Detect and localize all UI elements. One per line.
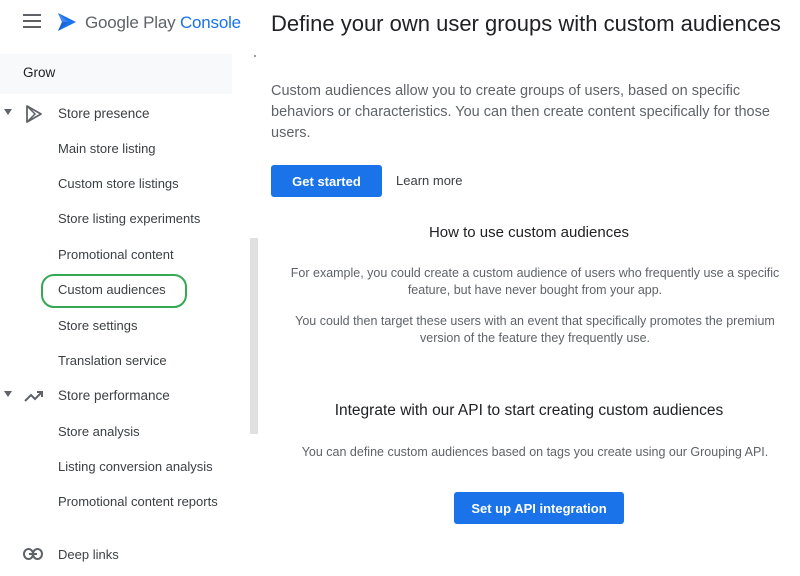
sidebar-item-store-listing-experiments[interactable]: Store listing experiments	[58, 210, 200, 228]
sidebar-item-main-store-listing[interactable]: Main store listing	[58, 140, 156, 158]
link-icon	[23, 548, 43, 560]
logo-text-accent: Console	[179, 13, 241, 32]
hamburger-menu-icon[interactable]	[23, 14, 41, 28]
sidebar-item-listing-conversion-analysis[interactable]: Listing conversion analysis	[58, 458, 213, 476]
trending-up-icon	[24, 391, 43, 402]
sidebar-item-promotional-content[interactable]: Promotional content	[58, 246, 174, 264]
sidebar-scrollbar[interactable]	[250, 238, 258, 434]
nav-section-store-presence[interactable]: Store presence	[0, 97, 240, 131]
page-title: Define your own user groups with custom …	[271, 11, 781, 36]
sidebar-item-custom-store-listings[interactable]: Custom store listings	[58, 175, 179, 193]
integrate-api-title: Integrate with our API to start creating…	[334, 402, 724, 419]
logo-text-main: Google Play	[85, 13, 176, 32]
sidebar-item-translation-service[interactable]: Translation service	[58, 352, 167, 370]
sidebar-item-custom-audiences[interactable]: Custom audiences	[58, 281, 166, 299]
app-logo-text: Google Play Console	[85, 13, 241, 33]
intro-text: Custom audiences allow you to create gro…	[271, 83, 770, 141]
play-console-logo-icon	[58, 13, 76, 31]
nav-section-store-performance[interactable]: Store performance	[0, 379, 240, 413]
decorative-dot	[254, 55, 256, 57]
sidebar: Google Play Console Grow Store presence …	[0, 0, 258, 576]
nav-group-label: Grow	[23, 65, 56, 80]
caret-down-icon[interactable]	[4, 391, 12, 397]
sidebar-item-store-settings[interactable]: Store settings	[58, 317, 138, 335]
how-to-title: How to use custom audiences	[428, 224, 630, 241]
learn-more-link[interactable]: Learn more	[396, 173, 462, 188]
main-content: Define your own user groups with custom …	[254, 0, 800, 576]
how-to-paragraph-2: You could then target these users with a…	[295, 314, 775, 345]
sidebar-item-store-analysis[interactable]: Store analysis	[58, 423, 140, 441]
caret-down-icon[interactable]	[4, 109, 12, 115]
how-to-paragraph-1: For example, you could create a custom a…	[290, 266, 780, 297]
sidebar-item-deep-links[interactable]: Deep links	[58, 546, 119, 564]
nav-group-grow: Grow	[0, 54, 232, 94]
nav-section-label: Store presence	[58, 106, 150, 121]
setup-api-integration-button[interactable]: Set up API integration	[454, 492, 624, 524]
sidebar-item-promotional-content-reports[interactable]: Promotional content reports	[58, 493, 228, 511]
get-started-button[interactable]: Get started	[271, 165, 382, 197]
nav-section-label: Store performance	[58, 388, 170, 403]
integrate-api-paragraph: You can define custom audiences based on…	[301, 445, 769, 459]
play-triangle-icon	[26, 105, 42, 123]
app-header: Google Play Console	[0, 0, 258, 46]
